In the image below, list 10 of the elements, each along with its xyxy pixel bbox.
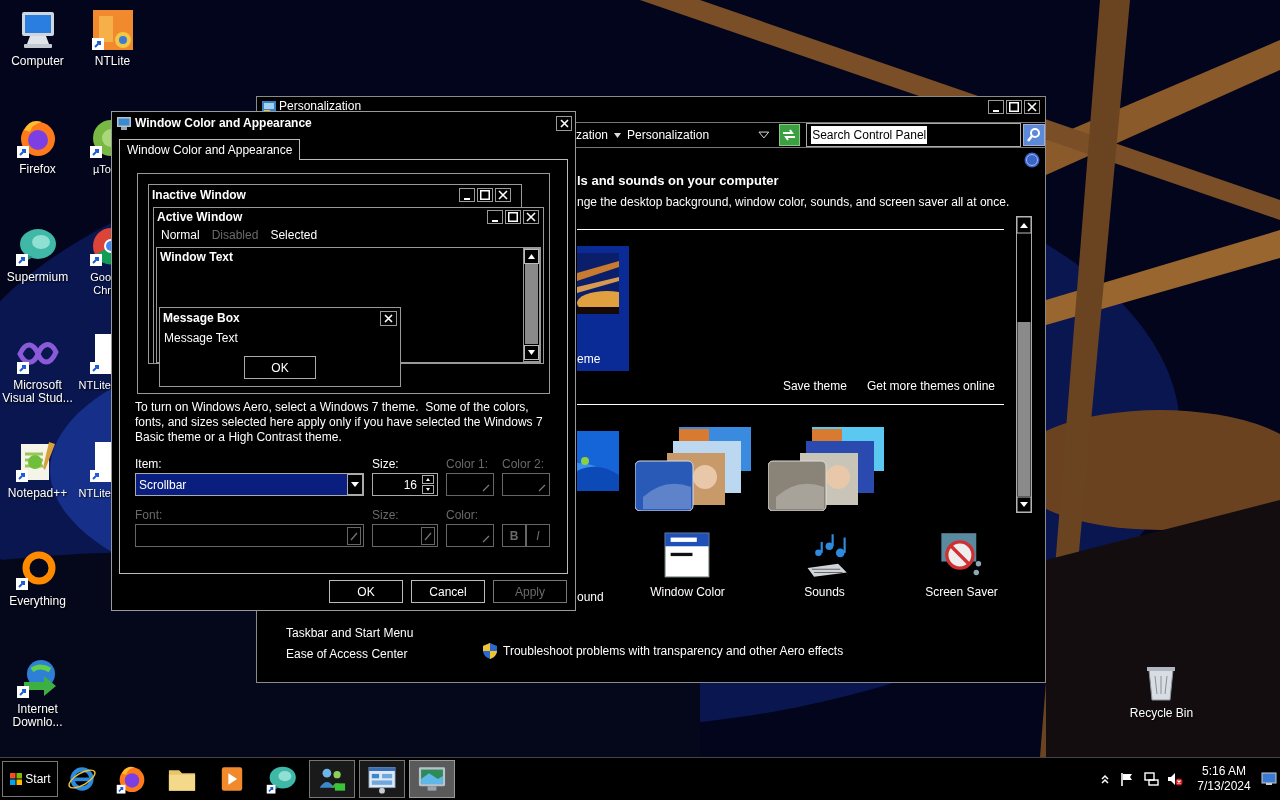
chevron-up-icon[interactable] — [1099, 773, 1111, 785]
taskbar-button[interactable] — [359, 760, 405, 798]
clock[interactable]: 5:16 AM 7/13/2024 — [1195, 764, 1253, 794]
show-desktop-icon[interactable] — [1261, 772, 1277, 786]
start-button[interactable]: Start — [2, 761, 58, 797]
network-icon[interactable] — [1143, 771, 1159, 787]
windows-flag-icon — [9, 772, 24, 786]
flag-icon[interactable] — [1119, 771, 1135, 787]
taskbar-button[interactable] — [309, 760, 355, 798]
speaker-muted-icon[interactable] — [1167, 771, 1183, 787]
